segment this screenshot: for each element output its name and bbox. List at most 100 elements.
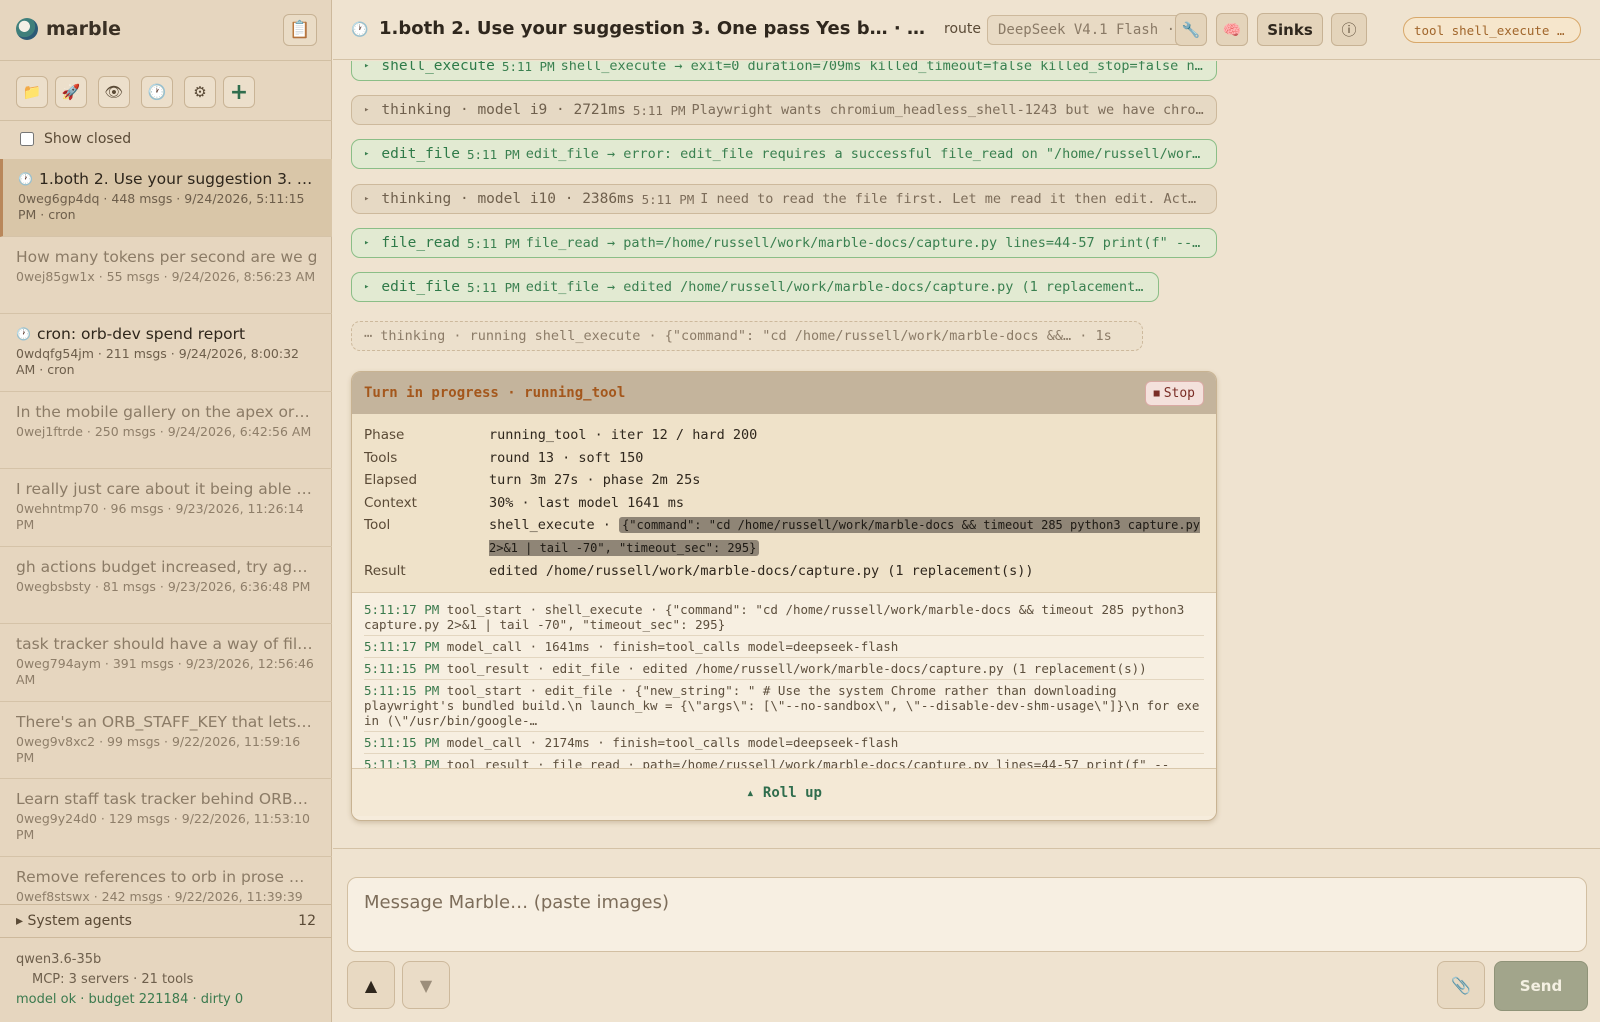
watch-button[interactable]: 👁 — [98, 76, 130, 108]
stop-button[interactable]: ■ Stop — [1144, 380, 1204, 406]
settings-button[interactable]: ⚙ — [184, 76, 216, 108]
divider — [0, 60, 332, 61]
detail-label: Elapsed — [364, 472, 418, 488]
tool-call-row[interactable]: ▸ edit_file 5:11 PM edit_file → error: e… — [351, 139, 1217, 169]
divider — [0, 120, 332, 121]
detail-label: Phase — [364, 427, 405, 443]
tool-call-row[interactable]: ▸ edit_file 5:11 PM edit_file → edited /… — [351, 272, 1159, 302]
conversation-title: I really just care about it being able … — [16, 480, 312, 498]
thinking-summary: Playwright wants chromium_headless_shell… — [691, 102, 1204, 118]
cron-clock-icon: 🕐 — [351, 22, 369, 38]
conversation-item[interactable]: gh actions budget increased, try ag… 0we… — [0, 547, 332, 624]
expand-triangle-icon: ▸ — [364, 61, 370, 71]
history-down-button[interactable]: ▼ — [402, 961, 450, 1009]
rocket-icon: 🚀 — [61, 83, 81, 101]
tool-summary: file_read → path=/home/russell/work/marb… — [525, 235, 1204, 251]
sinks-button[interactable]: Sinks — [1257, 13, 1323, 46]
brand[interactable]: marble — [16, 18, 121, 40]
info-button[interactable]: ⓘ — [1331, 13, 1367, 46]
roll-up-button[interactable]: ▴ Roll up — [352, 768, 1216, 816]
conversation-title[interactable]: 1.both 2. Use your suggestion 3. One pas… — [379, 18, 935, 39]
clock-icon: 🕐 — [147, 83, 167, 101]
conversation-item[interactable]: Learn staff task tracker behind ORB… 0we… — [0, 779, 332, 857]
expand-triangle-icon: ▸ — [16, 913, 28, 929]
show-closed-label: Show closed — [44, 131, 132, 147]
route-select[interactable]: DeepSeek V4.1 Flash · ⌄ — [987, 15, 1191, 45]
turn-details: Phase running_tool · iter 12 / hard 200 T… — [352, 414, 1216, 593]
tool-summary: shell_execute → exit=0 duration=709ms ki… — [560, 61, 1204, 74]
conversation-meta: 0wej85gw1x · 55 msgs · 9/24/2026, 8:56:2… — [16, 268, 316, 284]
log-text: model_call · 1641ms · finish=tool_calls … — [446, 639, 899, 654]
conversation-item[interactable]: task tracker should have a way of fil… 0… — [0, 624, 332, 702]
conversation-meta: 0weg794aym · 391 msgs · 9/23/2026, 12:56… — [16, 656, 314, 687]
folder-button[interactable]: 📁 — [16, 76, 48, 108]
history-button[interactable]: 🕐 — [141, 76, 173, 108]
composer: Message Marble… (paste images) ▲ ▼ 📎 Sen… — [333, 848, 1600, 1022]
memory-button[interactable]: 🧠 — [1216, 13, 1248, 46]
show-closed-checkbox[interactable] — [20, 132, 34, 146]
sidebar-footer: qwen3.6-35b MCP: 3 servers · 21 tools mo… — [16, 950, 243, 1010]
log-time: 5:11:15 PM — [364, 683, 440, 698]
conversation-meta: 0wehntmp70 · 96 msgs · 9/23/2026, 11:26:… — [16, 501, 304, 532]
tool-summary: edit_file → edited /home/russell/work/ma… — [525, 279, 1146, 295]
pending-summary: ⋯ thinking · running shell_execute · {"c… — [364, 328, 1112, 344]
detail-value: 30% · last model 1641 ms — [489, 494, 685, 511]
send-button[interactable]: Send — [1494, 961, 1588, 1011]
log-time: 5:11:17 PM — [364, 639, 440, 654]
brain-icon: 🧠 — [1222, 20, 1242, 39]
log-entry: 5:11:17 PM tool_start · shell_execute · … — [364, 599, 1204, 636]
tool-name: file_read — [381, 235, 460, 251]
wrench-icon: 🔧 — [1181, 20, 1201, 39]
tools-button[interactable]: 🔧 — [1175, 13, 1207, 46]
route-label: route — [944, 21, 981, 37]
history-up-button[interactable]: ▲ — [347, 961, 395, 1009]
thinking-row[interactable]: ▸ thinking · model i9 · 2721ms 5:11 PM P… — [351, 95, 1217, 125]
tool-name: shell_execute · — [489, 517, 611, 533]
model-status: model ok · budget 221184 · dirty 0 — [16, 992, 244, 1007]
conversation-title: 1.both 2. Use your suggestion 3. One pas… — [38, 170, 316, 188]
expand-triangle-icon: ▸ — [364, 282, 370, 292]
new-conversation-button[interactable]: + — [223, 76, 255, 108]
eye-icon: 👁 — [104, 83, 124, 101]
conversation-meta: 0weg9v8xc2 · 99 msgs · 9/22/2026, 11:59:… — [16, 733, 301, 765]
turn-header: Turn in progress · running_tool ■ Stop — [352, 372, 1216, 414]
conversation-meta: 0weg9y24d0 · 129 msgs · 9/22/2026, 11:53… — [16, 811, 310, 842]
tool-call-row[interactable]: ▸ file_read 5:11 PM file_read → path=/ho… — [351, 228, 1217, 258]
conversation-item[interactable]: How many tokens per second are we gettin… — [0, 237, 332, 314]
model-name: qwen3.6-35b — [16, 952, 102, 967]
expand-triangle-icon: ▸ — [364, 149, 370, 159]
show-closed-toggle[interactable]: Show closed — [20, 131, 131, 147]
event-log[interactable]: 5:11:17 PM tool_start · shell_execute · … — [352, 593, 1216, 768]
clipboard-button[interactable]: 📋 — [283, 14, 317, 46]
conversation-meta: 0weg6gp4dq · 448 msgs · 9/24/2026, 5:11:… — [18, 191, 305, 222]
timestamp: 5:11 PM — [467, 146, 520, 162]
app-name: marble — [46, 18, 121, 40]
detail-label: Tools — [364, 449, 398, 466]
thinking-label: thinking · model i10 · 2386ms — [381, 191, 635, 207]
conversation-item-active[interactable]: 🕐 1.both 2. Use your suggestion 3. One pa… — [0, 159, 332, 237]
conversation-item[interactable]: 🕐 cron: orb-dev spend report 0wdqfg54jm ·… — [0, 314, 332, 392]
system-agents-toggle[interactable]: ▸ System agents 12 — [0, 904, 332, 938]
active-tool-pill[interactable]: tool shell_execute … — [1403, 17, 1581, 43]
conversation-item[interactable]: In the mobile gallery on the apex or… 0w… — [0, 392, 332, 469]
gear-icon: ⚙ — [193, 83, 207, 101]
tool-name: shell_execute — [381, 61, 495, 74]
conversation-item[interactable]: Remove references to orb in prose … 0wef… — [0, 857, 332, 905]
attach-button[interactable]: 📎 — [1437, 961, 1485, 1009]
expand-triangle-icon: ▸ — [364, 105, 370, 115]
turn-progress-panel: Turn in progress · running_tool ■ Stop P… — [351, 371, 1217, 821]
message-input[interactable]: Message Marble… (paste images) — [347, 877, 1587, 952]
thinking-row[interactable]: ▸ thinking · model i10 · 2386ms 5:11 PM … — [351, 184, 1217, 214]
cron-clock-icon: 🕐 — [18, 172, 33, 186]
timestamp: 5:11 PM — [467, 279, 520, 295]
log-text: tool_result · file_read · path=/home/rus… — [446, 757, 1170, 768]
conversation-meta: 0wdqfg54jm · 211 msgs · 9/24/2026, 8:00:… — [16, 346, 299, 377]
conversation-item[interactable]: I really just care about it being able …… — [0, 469, 332, 547]
conversation-item[interactable]: There's an ORB_STAFF_KEY that lets… 0weg… — [0, 702, 332, 779]
cron-clock-icon: 🕐 — [16, 327, 31, 341]
tool-call-row[interactable]: ▸ shell_execute 5:11 PM shell_execute → … — [351, 61, 1217, 81]
log-time: 5:11:13 PM — [364, 757, 440, 768]
plus-icon: + — [229, 79, 249, 105]
launch-button[interactable]: 🚀 — [55, 76, 87, 108]
timestamp: 5:11 PM — [632, 102, 686, 118]
